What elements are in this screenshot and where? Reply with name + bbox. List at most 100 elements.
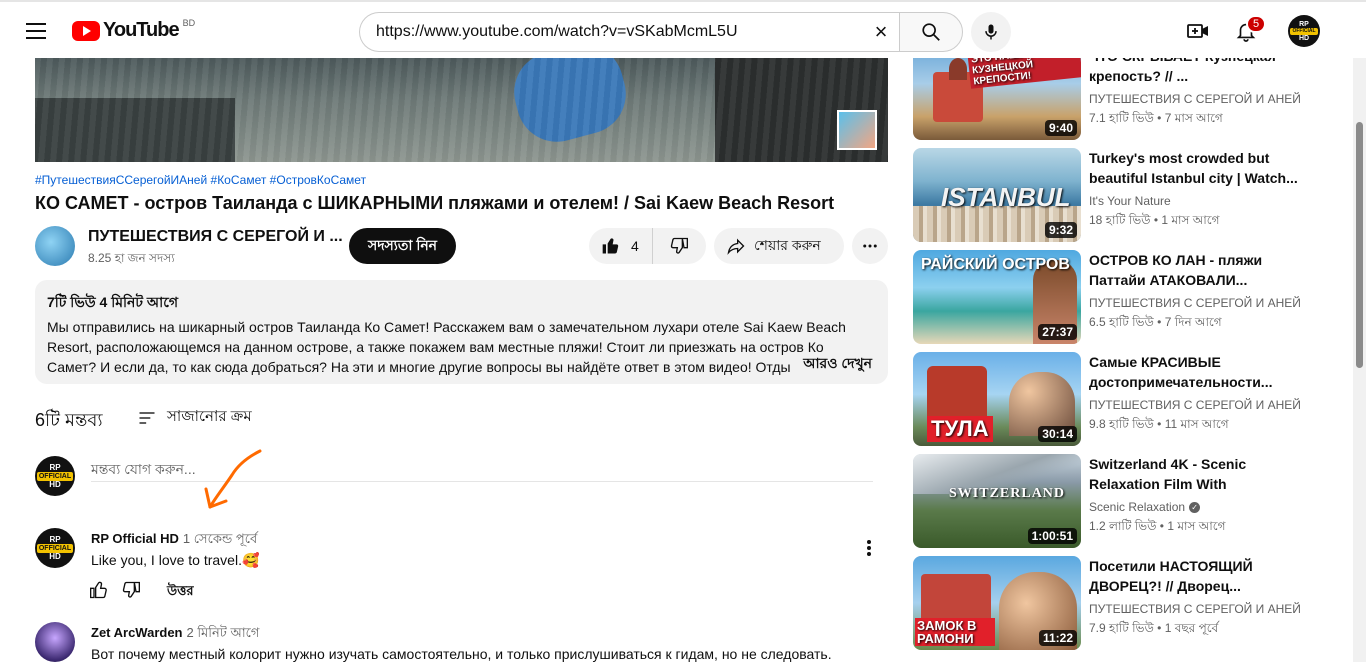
search-button[interactable] — [899, 12, 963, 52]
video-thumbnail[interactable]: ЭТО НАШИЯ О КУЗНЕЦКОЙ КРЕПОСТИ! 9:40 — [913, 46, 1081, 140]
share-label: শেয়ার করুন — [754, 237, 821, 253]
video-channel[interactable]: It's Your Nature — [1089, 194, 1171, 208]
video-title: Switzerland 4K - Scenic Relaxation Film … — [1089, 456, 1247, 492]
comment-author-avatar[interactable]: RP OFFICIAL HD — [35, 528, 75, 568]
scrollbar-thumb[interactable] — [1356, 122, 1363, 368]
recommended-video[interactable]: SWITZERLAND 1:00:51 Switzerland 4K - Sce… — [913, 454, 1353, 548]
video-stats: 6.5 হাটি ভিউ • 7 দিন আগে — [1089, 315, 1222, 329]
channel-name[interactable]: ПУТЕШЕСТВИЯ С СЕРЕГОЙ И ... — [88, 228, 343, 246]
recommended-video[interactable]: ЭТО НАШИЯ О КУЗНЕЦКОЙ КРЕПОСТИ! 9:40 ЧТО… — [913, 46, 1353, 140]
thumbs-down-icon — [122, 581, 140, 598]
sort-icon — [139, 411, 155, 424]
comment-author-name[interactable]: Zet ArcWarden — [91, 625, 183, 640]
like-button[interactable]: 4 — [589, 228, 653, 264]
comment-time[interactable]: 1 সেকেন্ড পূর্বে — [183, 531, 257, 546]
video-stats: 9.8 হাটি ভিউ • 11 মাস আগে — [1089, 417, 1229, 431]
clear-search-icon[interactable]: × — [871, 21, 891, 43]
youtube-logo[interactable]: YouTube BD — [72, 17, 196, 42]
search-input[interactable] — [376, 23, 856, 41]
video-stats: 7.1 হাটি ভিউ • 7 মাস আগে — [1089, 111, 1223, 125]
notifications-button[interactable]: 5 — [1232, 15, 1267, 45]
channel-avatar[interactable] — [35, 226, 75, 266]
avatar-text-top: RP — [1299, 20, 1309, 28]
account-avatar[interactable]: RP OFFICIAL HD — [1288, 15, 1320, 47]
video-stats: 18 হাটি ভিউ • 1 মাস আগে — [1089, 213, 1220, 227]
comment-item: Zet ArcWarden 2 মিনিট আগে Вот почему мест… — [35, 622, 888, 662]
share-button[interactable]: শেয়ার করুন — [714, 228, 844, 264]
subscribe-button[interactable]: সদস্যতা নিন — [349, 228, 456, 264]
country-code: BD — [182, 17, 196, 28]
hamburger-menu-icon[interactable] — [24, 19, 48, 43]
video-thumbnail[interactable]: ЗАМОК В РАМОНИ 11:22 — [913, 556, 1081, 650]
search-icon — [922, 23, 940, 41]
video-channel[interactable]: ПУТЕШЕСТВИЯ С СЕРЕГОЙ И АНЕЙ — [1089, 296, 1301, 310]
voice-search-button[interactable] — [971, 12, 1011, 52]
page-scrollbar[interactable] — [1353, 58, 1366, 662]
video-meta: 7টি ভিউ 4 মিনিট আগে — [47, 294, 179, 310]
video-channel[interactable]: ПУТЕШЕСТВИЯ С СЕРЕГОЙ И АНЕЙ — [1089, 398, 1301, 412]
video-duration: 1:00:51 — [1027, 528, 1077, 544]
my-avatar: RP OFFICIAL HD — [35, 456, 75, 496]
video-duration: 9:40 — [1044, 120, 1077, 136]
thumbnail-overlay-text: SWITZERLAND — [949, 486, 1066, 501]
avatar-text-top: RP — [49, 462, 61, 472]
video-channel[interactable]: ПУТЕШЕСТВИЯ С СЕРЕГОЙ И АНЕЙ — [1089, 92, 1301, 106]
video-thumbnail[interactable]: ISTANBUL 9:32 — [913, 148, 1081, 242]
video-duration: 9:32 — [1044, 222, 1077, 238]
description-text: Мы отправились на шикарный остров Таилан… — [47, 319, 846, 375]
thumbs-up-icon — [602, 238, 619, 254]
recommended-video[interactable]: РАЙСКИЙ ОСТРОВ 27:37 ОСТРОВ КО ЛАН - пля… — [913, 250, 1353, 344]
logo-text: YouTube — [103, 19, 180, 41]
notification-badge: 5 — [1246, 15, 1267, 33]
create-button[interactable] — [1184, 17, 1212, 45]
subscriber-count: 8.25 হা জন সদস্য — [88, 251, 175, 265]
thumbnail-overlay-text: РАЙСКИЙ ОСТРОВ — [921, 256, 1070, 273]
video-channel[interactable]: Scenic Relaxation ✓ — [1089, 500, 1201, 514]
youtube-play-icon — [72, 20, 100, 41]
dislike-button[interactable] — [653, 228, 705, 264]
avatar-text-bottom: HD — [1298, 34, 1310, 42]
video-channel[interactable]: ПУТЕШЕСТВИЯ С СЕРЕГОЙ И АНЕЙ — [1089, 602, 1301, 616]
reply-button[interactable]: উত্তর — [167, 582, 194, 603]
description-box[interactable]: 7টি ভিউ 4 মিনিট আগে Мы отправились на ши… — [35, 280, 888, 384]
sort-comments-button[interactable]: সাজানোর ক্রম — [137, 405, 252, 430]
video-thumbnail[interactable]: РАЙСКИЙ ОСТРОВ 27:37 — [913, 250, 1081, 344]
comment-author-name[interactable]: RP Official HD — [91, 531, 179, 546]
show-more-link[interactable]: আরও দেখুন — [799, 352, 872, 376]
like-dislike-group: 4 — [589, 228, 706, 264]
video-title: КО САМЕТ - остров Таиланда с ШИКАРНЫМИ п… — [35, 193, 835, 213]
video-hashtags[interactable]: #ПутешествияССерегойИАней #КоСамет #Остр… — [35, 173, 366, 187]
video-title: ОСТРОВ КО ЛАН - пляжи Паттайи АТАКОВАЛИ.… — [1089, 252, 1263, 288]
video-title: Turkey's most crowded but beautiful Ista… — [1089, 150, 1298, 186]
verified-check-icon: ✓ — [1189, 502, 1201, 514]
annotation-arrow-icon — [204, 449, 262, 509]
recommended-video[interactable]: ЗАМОК В РАМОНИ 11:22 Посетили НАСТОЯЩИЙ … — [913, 556, 1353, 650]
comment-time[interactable]: 2 মিনিট আগে — [187, 625, 260, 640]
more-vertical-icon — [867, 540, 871, 556]
more-actions-button[interactable] — [852, 228, 888, 264]
thumbs-up-icon — [90, 581, 107, 599]
recommended-video[interactable]: ТУЛА 30:14 Самые КРАСИВЫЕ достопримечате… — [913, 352, 1353, 446]
avatar-text-bottom: HD — [49, 479, 61, 489]
video-title: Самые КРАСИВЫЕ достопримечательности... — [1089, 354, 1273, 390]
recommended-video[interactable]: ISTANBUL 9:32 Turkey's most crowded but … — [913, 148, 1353, 242]
avatar-text-top: RP — [49, 534, 61, 544]
comment-dislike-button[interactable] — [121, 580, 141, 600]
video-thumbnail[interactable]: ТУЛА 30:14 — [913, 352, 1081, 446]
thumbnail-overlay-text: ЗАМОК В РАМОНИ — [915, 618, 995, 646]
video-player[interactable] — [35, 58, 888, 162]
thumbnail-overlay-text: ТУЛА — [927, 416, 993, 442]
channel-watermark[interactable] — [837, 110, 877, 150]
comment-like-button[interactable] — [89, 580, 109, 600]
video-thumbnail[interactable]: SWITZERLAND 1:00:51 — [913, 454, 1081, 548]
search-box: × — [359, 12, 899, 52]
comment-author: RP Official HD 1 সেকেন্ড পূর্বে — [91, 530, 257, 551]
video-stats: 1.2 লাটি ভিউ • 1 মাস আগে — [1089, 519, 1226, 533]
comment-menu-button[interactable] — [859, 536, 879, 560]
comment-author-avatar[interactable] — [35, 622, 75, 662]
comments-count: 6টি মন্তব্য — [35, 410, 103, 430]
video-channel-name[interactable]: Scenic Relaxation — [1089, 500, 1185, 514]
avatar-text-bottom: HD — [49, 551, 61, 561]
search-bar: × — [359, 12, 963, 52]
video-plus-icon — [1187, 24, 1208, 38]
